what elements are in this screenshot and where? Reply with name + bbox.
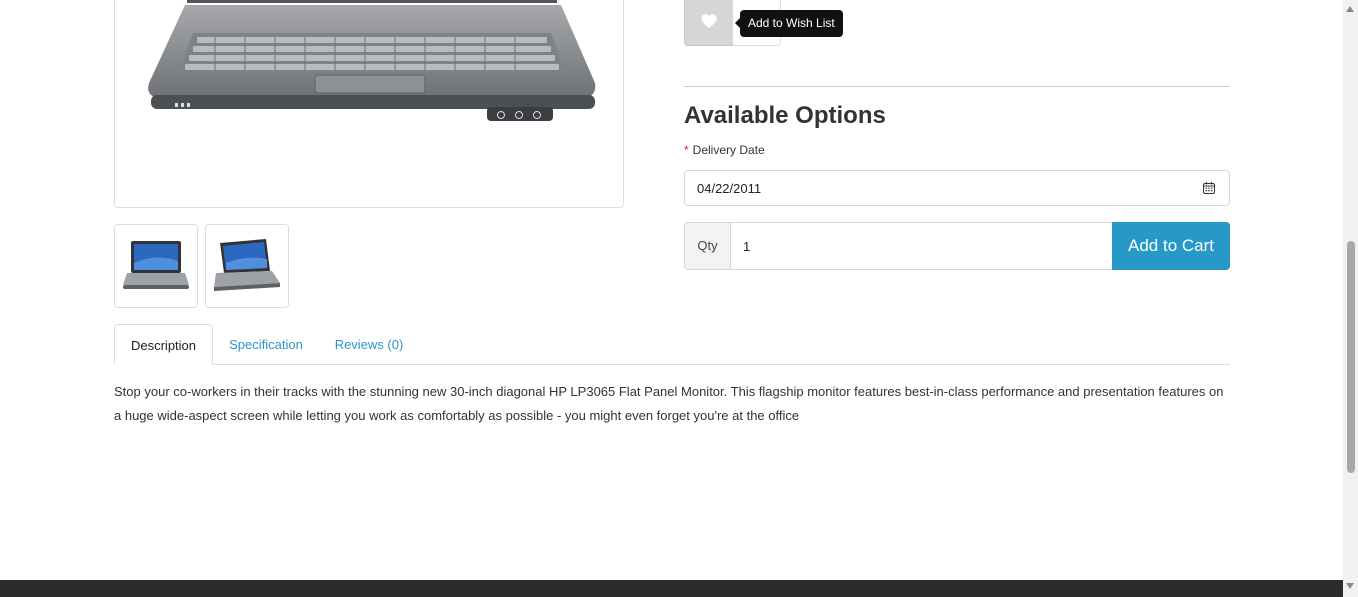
thumbnail-1[interactable] <box>114 224 198 308</box>
tab-description[interactable]: Description <box>114 324 213 365</box>
delivery-date-input[interactable] <box>685 171 1209 205</box>
thumbnail-2[interactable] <box>205 224 289 308</box>
laptop-image <box>148 0 596 121</box>
laptop-thumbnail-image <box>214 239 280 291</box>
scroll-up-arrow-icon[interactable] <box>1346 6 1354 12</box>
heart-icon <box>701 14 717 29</box>
page-footer <box>0 580 1343 597</box>
add-to-cart-button[interactable]: Add to Cart <box>1112 222 1230 270</box>
scrollbar-thumb[interactable] <box>1347 241 1355 473</box>
laptop-thumbnail-image <box>123 241 189 289</box>
section-divider <box>684 86 1230 87</box>
product-description: Stop your co-workers in their tracks wit… <box>114 384 1224 423</box>
tab-specification[interactable]: Specification <box>219 324 313 365</box>
quantity-input[interactable] <box>731 223 1135 269</box>
delivery-date-field <box>684 170 1230 206</box>
tab-reviews[interactable]: Reviews (0) <box>326 324 412 365</box>
delivery-date-label: * Delivery Date <box>684 143 765 157</box>
wishlist-tooltip: Add to Wish List <box>735 10 843 37</box>
delivery-date-label-text: Delivery Date <box>692 143 765 157</box>
add-to-wishlist-button[interactable] <box>684 0 734 46</box>
product-main-image[interactable] <box>114 0 624 208</box>
available-options-heading: Available Options <box>684 102 886 129</box>
scroll-down-arrow-icon[interactable] <box>1346 583 1354 589</box>
required-marker: * <box>684 143 689 157</box>
calendar-icon[interactable] <box>1203 182 1215 194</box>
quantity-label: Qty <box>685 223 731 269</box>
page-scrollbar[interactable] <box>1343 0 1358 597</box>
